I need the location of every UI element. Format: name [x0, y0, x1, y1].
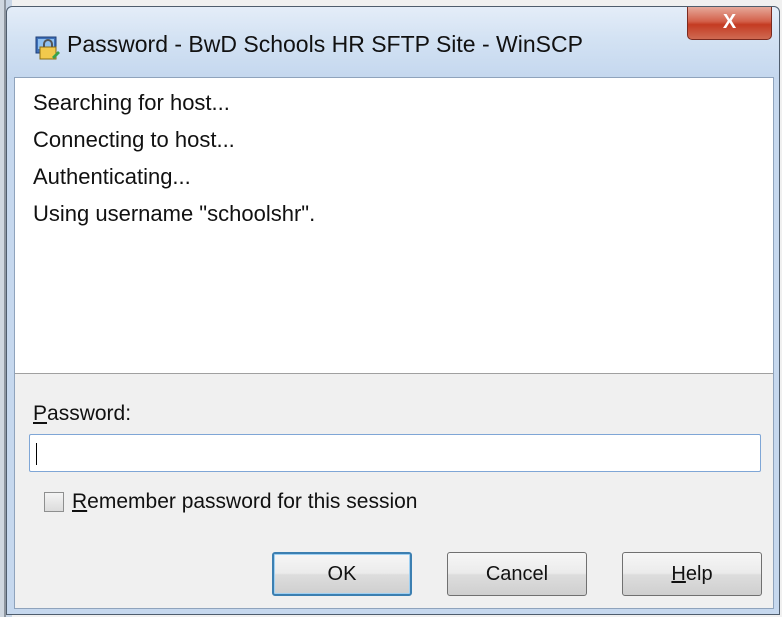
password-label: Password:	[33, 402, 132, 425]
log-line: Authenticating...	[33, 164, 191, 189]
window-title: Password - BwD Schools HR SFTP Site - Wi…	[67, 31, 583, 57]
title-bar[interactable]: Password - BwD Schools HR SFTP Site - Wi…	[7, 7, 779, 79]
close-icon: X	[722, 11, 737, 33]
text-caret	[36, 443, 37, 465]
log-line: Searching for host...	[33, 90, 230, 115]
log-line: Using username "schoolshr".	[33, 201, 316, 226]
checkbox-box[interactable]	[44, 492, 64, 512]
dialog-client-area: Searching for host... Connecting to host…	[14, 77, 774, 609]
password-input[interactable]	[29, 434, 761, 472]
remember-password-checkbox[interactable]: Remember password for this session	[44, 490, 417, 514]
close-button[interactable]: X	[687, 7, 772, 40]
connection-log: Searching for host... Connecting to host…	[15, 78, 773, 374]
password-dialog: Password - BwD Schools HR SFTP Site - Wi…	[6, 6, 780, 615]
cancel-button[interactable]: Cancel	[447, 552, 587, 596]
winscp-icon	[34, 35, 62, 61]
ok-button[interactable]: OK	[272, 552, 412, 596]
log-line: Connecting to host...	[33, 127, 235, 152]
help-button[interactable]: Help	[622, 552, 762, 596]
remember-password-label[interactable]: Remember password for this session	[72, 490, 417, 514]
